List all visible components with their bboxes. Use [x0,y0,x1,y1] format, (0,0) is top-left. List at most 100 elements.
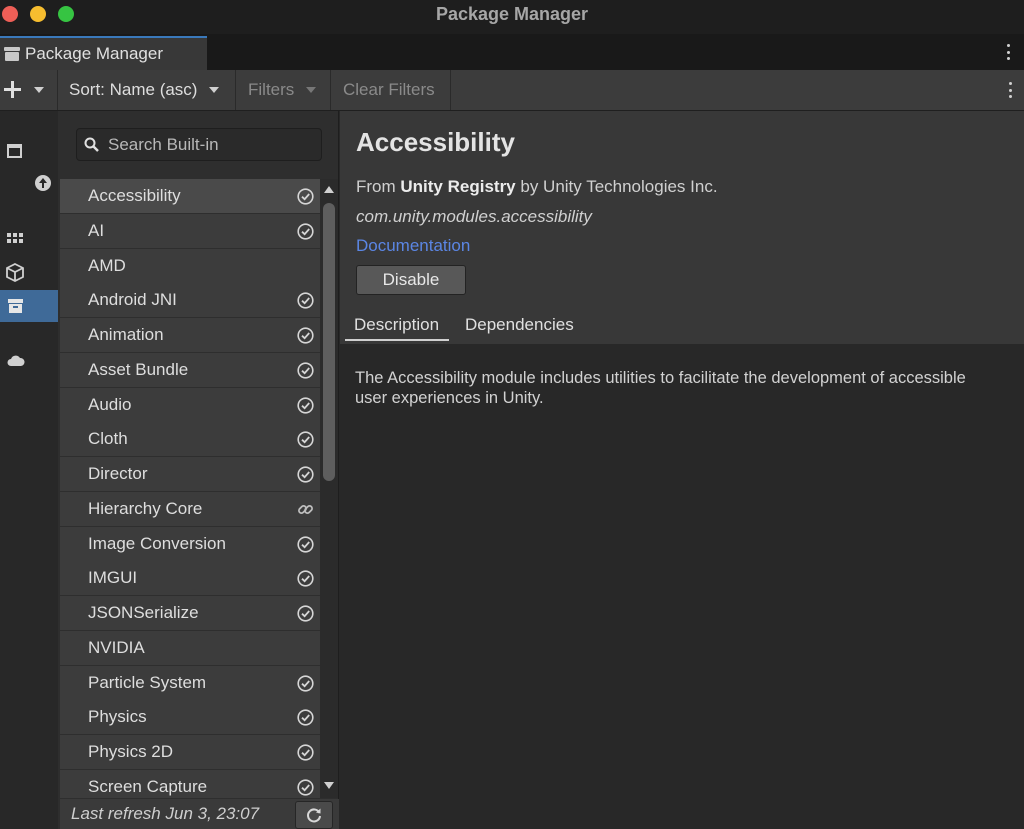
package-name: Hierarchy Core [88,499,203,518]
package-name: IMGUI [88,568,138,587]
package-name: AMD [88,256,126,275]
toolbar: Sort: Name (asc) Filters Clear Filters [0,70,1024,111]
package-row[interactable]: Hierarchy Core [60,492,320,526]
package-row[interactable]: Asset Bundle [60,353,320,387]
package-name: JSONSerialize [88,603,199,622]
installed-check-icon [297,430,314,448]
built-in-icon [8,299,23,313]
package-row[interactable]: Particle System [60,666,320,700]
installed-check-icon [297,361,314,379]
window-titlebar: Package Manager [0,0,1024,34]
search-placeholder: Search Built-in [108,134,219,154]
installed-check-icon [297,465,314,483]
sidebar-item-my-assets[interactable] [0,256,58,288]
package-name: Cloth [88,429,128,448]
package-name: Accessibility [88,186,181,205]
clear-filters-label: Clear Filters [343,80,435,99]
author-text: by Unity Technologies Inc. [515,177,718,196]
package-name: Particle System [88,673,207,692]
package-row[interactable]: AI [60,214,320,248]
package-list: Accessibility AI AMD Android JNI Animation As… [60,179,320,798]
tab-label: Package Manager [25,44,163,63]
tab-strip: Package Manager [0,34,1024,70]
installed-check-icon [297,674,314,692]
package-name: Android JNI [88,290,177,309]
installed-check-icon [297,291,314,309]
installed-check-icon [297,187,314,205]
package-title: Accessibility [356,127,515,157]
scroll-up-icon[interactable] [324,186,334,193]
installed-check-icon [297,222,314,240]
from-prefix: From [356,177,401,196]
tab-package-manager[interactable]: Package Manager [0,36,207,70]
sidebar-item-unity-registry[interactable] [0,224,58,256]
sidebar-item-in-project[interactable] [0,134,58,166]
package-row[interactable]: Android JNI [60,283,320,317]
package-row[interactable]: NVIDIA [60,631,320,665]
package-name: AI [88,221,105,240]
installed-check-icon [297,708,314,726]
installed-check-icon [297,535,314,553]
sidebar-item-updates[interactable] [0,167,58,199]
last-refresh-text: Last refresh Jun 3, 23:07 [71,804,260,823]
package-row[interactable]: Director [60,457,320,491]
package-description: The Accessibility module includes utilit… [355,369,966,407]
package-name: Physics 2D [88,742,174,761]
sort-dropdown[interactable]: Sort: Name (asc) [58,70,236,110]
tab-description[interactable]: Description [354,315,439,335]
registry-name: Unity Registry [400,177,516,196]
package-name: NVIDIA [88,638,145,657]
package-name: Audio [88,395,132,414]
add-package-button[interactable] [0,70,58,110]
package-row[interactable]: Image Conversion [60,527,320,561]
filters-label: Filters [248,80,295,99]
package-id: com.unity.modules.accessibility [356,207,592,226]
in-project-icon [7,143,22,158]
toolbar-menu-kebab-icon[interactable] [1008,82,1012,98]
filters-dropdown[interactable]: Filters [236,70,331,110]
package-row[interactable]: Audio [60,388,320,422]
documentation-link[interactable]: Documentation [356,236,470,256]
link-icon [298,504,313,514]
sidebar-item-services[interactable] [0,345,58,377]
tab-dependencies[interactable]: Dependencies [465,315,574,335]
package-name: Director [88,464,148,483]
package-name: Screen Capture [88,777,208,796]
installed-check-icon [297,743,314,761]
package-row[interactable]: Screen Capture [60,770,320,798]
scroll-down-icon[interactable] [324,782,334,789]
search-input[interactable]: Search Built-in [76,128,322,161]
package-row[interactable]: Physics 2D [60,735,320,769]
updates-icon [35,175,51,191]
tab-menu-kebab-icon[interactable] [1006,44,1010,60]
package-row[interactable]: AMD [60,249,320,283]
active-tab-indicator [345,339,449,341]
installed-check-icon [297,778,314,796]
installed-check-icon [297,326,314,344]
installed-check-icon [297,604,314,622]
package-row[interactable]: IMGUI [60,561,320,595]
package-row[interactable]: Cloth [60,422,320,456]
clear-filters-button[interactable]: Clear Filters [331,70,451,110]
package-row[interactable]: JSONSerialize [60,596,320,630]
refresh-icon [307,808,321,823]
package-row[interactable]: Accessibility [60,179,320,213]
package-manager-icon [4,47,20,61]
package-source-line: From Unity Registry by Unity Technologie… [356,177,718,197]
package-name: Physics [88,707,147,726]
scrollbar-thumb[interactable] [323,203,335,481]
package-list-scrollbar[interactable] [320,179,338,798]
chevron-down-icon [209,87,220,93]
package-row[interactable]: Animation [60,318,320,352]
package-detail-pane: Accessibility From Unity Registry by Uni… [340,111,1024,829]
my-assets-icon [6,262,24,282]
window-title: Package Manager [435,4,589,24]
chevron-down-icon [34,87,44,93]
disable-button[interactable]: Disable [356,265,466,295]
refresh-button[interactable] [295,801,333,829]
package-row[interactable]: Physics [60,700,320,734]
sidebar-item-built-in[interactable] [0,290,58,322]
plus-icon [4,81,21,98]
services-icon [7,355,25,366]
sort-label: Sort: Name (asc) [69,80,198,99]
